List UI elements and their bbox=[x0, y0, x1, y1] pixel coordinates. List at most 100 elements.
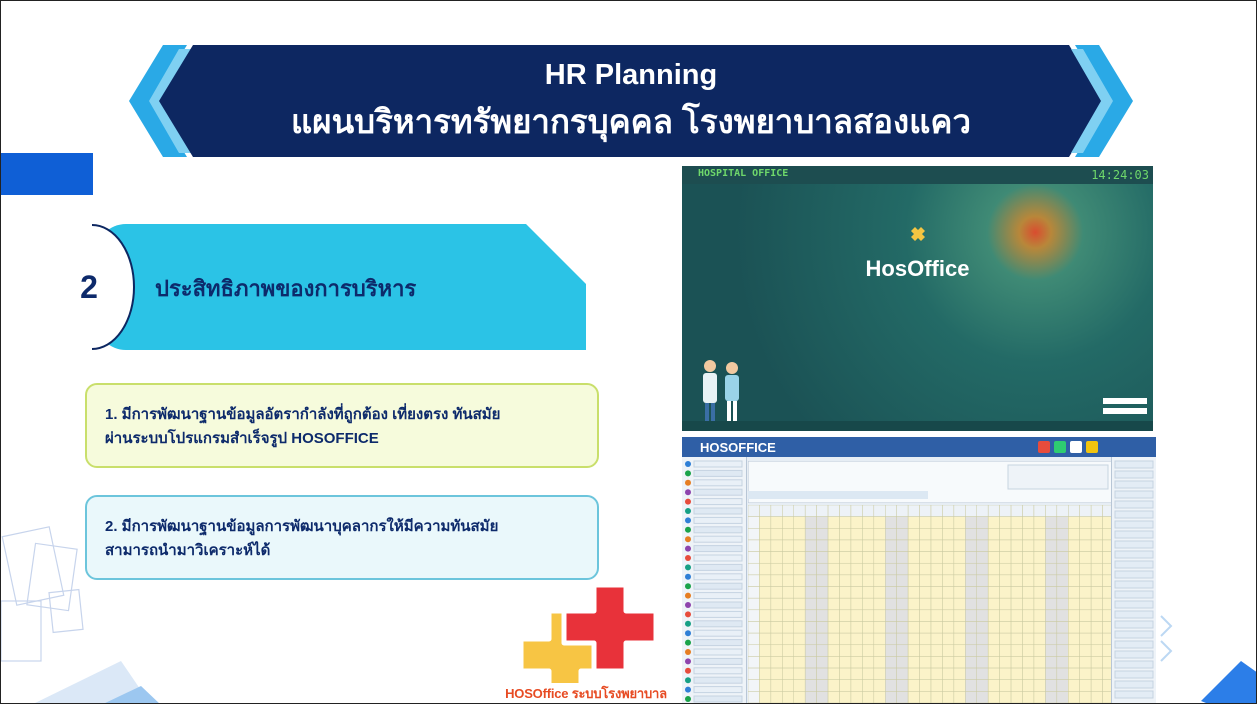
calendar-cell[interactable] bbox=[885, 621, 897, 634]
calendar-cell[interactable] bbox=[827, 574, 840, 587]
calendar-cell[interactable] bbox=[919, 597, 932, 611]
calendar-cell[interactable] bbox=[942, 667, 955, 680]
sidebar-menu-item[interactable] bbox=[693, 535, 743, 543]
calendar-cell[interactable] bbox=[862, 528, 875, 541]
calendar-cell[interactable] bbox=[1033, 644, 1046, 657]
calendar-cell[interactable] bbox=[827, 562, 840, 576]
calendar-cell[interactable] bbox=[1056, 516, 1069, 529]
calendar-cell[interactable] bbox=[782, 621, 794, 634]
calendar-cell[interactable] bbox=[965, 609, 977, 622]
calendar-cell[interactable] bbox=[862, 621, 875, 634]
calendar-cell[interactable] bbox=[976, 516, 989, 529]
calendar-cell[interactable] bbox=[1022, 504, 1035, 517]
calendar-cell[interactable] bbox=[907, 528, 920, 541]
calendar-cell[interactable] bbox=[862, 597, 875, 611]
calendar-cell[interactable] bbox=[885, 609, 897, 622]
calendar-cell[interactable] bbox=[1079, 644, 1092, 657]
right-menu-item[interactable] bbox=[1114, 530, 1154, 539]
calendar-cell[interactable] bbox=[747, 504, 760, 517]
right-menu-item[interactable] bbox=[1114, 620, 1154, 629]
calendar-cell[interactable] bbox=[827, 667, 840, 680]
calendar-cell[interactable] bbox=[1090, 621, 1103, 634]
calendar-cell[interactable] bbox=[747, 528, 760, 541]
calendar-cell[interactable] bbox=[804, 621, 817, 634]
calendar-cell[interactable] bbox=[1056, 656, 1069, 669]
calendar-cell[interactable] bbox=[782, 644, 794, 657]
sidebar-menu-item[interactable] bbox=[693, 460, 743, 468]
calendar-cell[interactable] bbox=[976, 644, 989, 657]
calendar-cell[interactable] bbox=[839, 679, 852, 692]
calendar-cell[interactable] bbox=[919, 562, 932, 576]
calendar-cell[interactable] bbox=[930, 551, 943, 564]
calendar-cell[interactable] bbox=[839, 632, 852, 646]
calendar-cell[interactable] bbox=[965, 516, 977, 529]
calendar-cell[interactable] bbox=[1033, 516, 1046, 529]
calendar-cell[interactable] bbox=[862, 667, 875, 680]
calendar-cell[interactable] bbox=[747, 609, 760, 622]
calendar-cell[interactable] bbox=[816, 656, 829, 669]
calendar-cell[interactable] bbox=[919, 656, 932, 669]
calendar-cell[interactable] bbox=[907, 597, 920, 611]
calendar-cell[interactable] bbox=[919, 528, 932, 541]
calendar-cell[interactable] bbox=[839, 609, 852, 622]
calendar-cell[interactable] bbox=[907, 551, 920, 564]
calendar-cell[interactable] bbox=[873, 667, 886, 680]
calendar-cell[interactable] bbox=[1056, 667, 1069, 680]
calendar-cell[interactable] bbox=[976, 621, 989, 634]
calendar-cell[interactable] bbox=[885, 644, 897, 657]
calendar-cell[interactable] bbox=[759, 574, 772, 587]
calendar-cell[interactable] bbox=[804, 644, 817, 657]
calendar-cell[interactable] bbox=[1033, 504, 1046, 517]
calendar-cell[interactable] bbox=[1022, 691, 1035, 703]
calendar-cell[interactable] bbox=[999, 586, 1012, 599]
calendar-cell[interactable] bbox=[1090, 632, 1103, 646]
calendar-cell[interactable] bbox=[976, 551, 989, 564]
calendar-cell[interactable] bbox=[1010, 516, 1023, 529]
calendar-cell[interactable] bbox=[770, 621, 783, 634]
calendar-cell[interactable] bbox=[907, 621, 920, 634]
calendar-cell[interactable] bbox=[1022, 621, 1035, 634]
calendar-cell[interactable] bbox=[907, 691, 920, 703]
calendar-cell[interactable] bbox=[965, 691, 977, 703]
calendar-cell[interactable] bbox=[930, 574, 943, 587]
sidebar-menu-item[interactable] bbox=[693, 592, 743, 600]
calendar-cell[interactable] bbox=[987, 528, 1000, 541]
calendar-cell[interactable] bbox=[907, 539, 920, 552]
calendar-cell[interactable] bbox=[1010, 632, 1023, 646]
calendar-cell[interactable] bbox=[793, 621, 806, 634]
calendar-cell[interactable] bbox=[919, 539, 932, 552]
calendar-cell[interactable] bbox=[770, 528, 783, 541]
sidebar-menu-item[interactable] bbox=[693, 695, 743, 703]
calendar-cell[interactable] bbox=[1079, 586, 1092, 599]
calendar-cell[interactable] bbox=[804, 551, 817, 564]
calendar-cell[interactable] bbox=[919, 621, 932, 634]
calendar-cell[interactable] bbox=[1056, 632, 1069, 646]
calendar-cell[interactable] bbox=[896, 586, 909, 599]
calendar-cell[interactable] bbox=[793, 539, 806, 552]
calendar-cell[interactable] bbox=[907, 656, 920, 669]
calendar-cell[interactable] bbox=[1079, 691, 1092, 703]
calendar-cell[interactable] bbox=[999, 609, 1012, 622]
calendar-cell[interactable] bbox=[1045, 528, 1058, 541]
calendar-cell[interactable] bbox=[965, 528, 977, 541]
calendar-cell[interactable] bbox=[1079, 551, 1092, 564]
calendar-cell[interactable] bbox=[862, 656, 875, 669]
calendar-cell[interactable] bbox=[850, 597, 863, 611]
calendar-cell[interactable] bbox=[930, 528, 943, 541]
calendar-cell[interactable] bbox=[804, 597, 817, 611]
calendar-cell[interactable] bbox=[1090, 504, 1103, 517]
calendar-cell[interactable] bbox=[930, 691, 943, 703]
sidebar-menu-item[interactable] bbox=[693, 620, 743, 628]
calendar-cell[interactable] bbox=[816, 679, 829, 692]
calendar-cell[interactable] bbox=[999, 539, 1012, 552]
calendar-cell[interactable] bbox=[999, 562, 1012, 576]
calendar-cell[interactable] bbox=[930, 621, 943, 634]
sidebar-menu-item[interactable] bbox=[693, 610, 743, 618]
calendar-cell[interactable] bbox=[759, 504, 772, 517]
calendar-cell[interactable] bbox=[965, 632, 977, 646]
calendar-cell[interactable] bbox=[953, 609, 966, 622]
calendar-cell[interactable] bbox=[1056, 691, 1069, 703]
calendar-cell[interactable] bbox=[782, 562, 794, 576]
calendar-cell[interactable] bbox=[850, 644, 863, 657]
calendar-cell[interactable] bbox=[793, 551, 806, 564]
